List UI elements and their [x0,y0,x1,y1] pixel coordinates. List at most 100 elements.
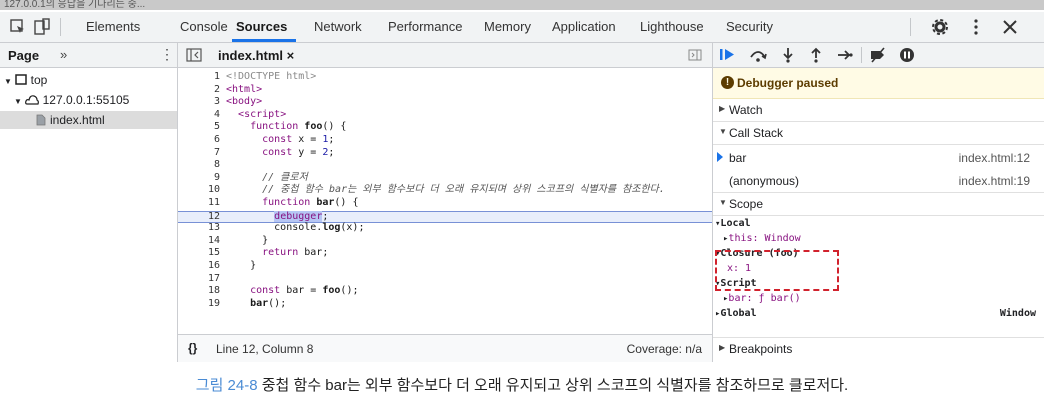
deactivate-breakpoints-icon[interactable] [869,47,887,63]
code-area[interactable]: 1 <!DOCTYPE html> 2 <html> 3 <body> 4 <script>… [178,68,712,334]
tab-sources[interactable]: Sources [236,19,287,34]
line-number[interactable]: 6 [178,135,220,145]
toggle-debugger-icon[interactable] [688,49,702,61]
code-text: debugger; [274,210,329,222]
scope-entry[interactable]: ▾Local [713,217,1044,230]
scope-entry-label: ▸this: Window [723,233,801,244]
line-number[interactable]: 11 [178,198,220,208]
breakpoints-section-header[interactable]: ▶ Breakpoints [713,337,1044,360]
pause-on-exceptions-icon[interactable] [899,47,915,63]
line-number[interactable]: 4 [178,109,220,120]
chevron-down-icon: ▼ [4,77,12,86]
code-line[interactable]: 1 <!DOCTYPE html> [178,72,712,82]
closure-highlight-box [715,250,839,291]
line-number[interactable]: 1 [178,72,220,82]
scope-entry-label: ▾Local [715,218,751,229]
scope-entry[interactable]: ▸this: Window [713,232,1044,245]
code-line[interactable]: 4 <script> [178,108,712,120]
kebab-menu-icon[interactable] [966,17,986,37]
tab-elements[interactable]: Elements [86,19,140,34]
debugger-toolbar [713,43,1044,68]
section-label: Breakpoints [729,342,793,356]
tab-security[interactable]: Security [726,19,773,34]
pretty-print-button[interactable]: {} [188,341,197,355]
tab-application[interactable]: Application [552,19,616,34]
code-text: // 클로저 [262,171,308,183]
frame-location[interactable]: index.html:12 [959,151,1030,165]
code-line[interactable]: 10 // 중첩 함수 bar는 외부 함수보다 더 오래 유지되며 상위 스코… [178,185,712,195]
code-line[interactable]: 18 const bar = foo(); [178,286,712,296]
line-number[interactable]: 14 [178,235,220,246]
code-editor: index.html × 1 <!DOCTYPE html> 2 <html> 3 <bo… [178,43,713,362]
navigator-menu-button[interactable]: ⋮ [160,46,174,63]
code-text: const x = 1; [262,134,335,145]
step-into-icon[interactable] [781,47,795,63]
tab-performance[interactable]: Performance [388,19,462,34]
gear-icon[interactable] [930,17,950,37]
paused-code-line[interactable]: 12 debugger; [178,210,712,223]
line-number[interactable]: 8 [178,160,220,170]
chevron-down-icon: ▼ [719,127,727,136]
devtools-toolbar: Elements Console Sources Network Perform… [0,12,1044,43]
code-line[interactable]: 6 const x = 1; [178,135,712,145]
file-tab-index[interactable]: index.html × [218,48,294,63]
code-line[interactable]: 19 bar(); [178,298,712,309]
code-line[interactable]: 8 [178,160,712,170]
code-line[interactable]: 11 function bar() { [178,198,712,208]
close-icon[interactable] [1000,17,1020,37]
code-text: } [226,234,269,246]
code-line[interactable]: 15 return bar; [178,248,712,258]
line-number[interactable]: 13 [178,223,220,233]
tab-network[interactable]: Network [314,19,362,34]
tree-item-origin[interactable]: ▼ 127.0.0.1:55105 [14,91,129,109]
line-number[interactable]: 16 [178,261,220,271]
tree-item-top[interactable]: ▼ top [4,71,47,89]
line-number[interactable]: 17 [178,273,220,284]
code-line[interactable]: 14 } [178,234,712,246]
code-text: console.log(x); [226,222,365,234]
code-line[interactable]: 3 <body> [178,97,712,107]
call-stack-section-header[interactable]: ▼ Call Stack [713,122,1044,145]
step-over-icon[interactable] [749,47,767,63]
toggle-navigator-icon[interactable] [186,48,202,62]
page-tab[interactable]: Page [8,48,39,63]
more-tabs-button[interactable]: » [60,47,67,62]
step-icon[interactable] [837,47,853,63]
tree-item-file[interactable]: index.html [0,111,177,129]
section-label: Scope [729,197,764,211]
watch-section-header[interactable]: ▶ Watch [713,99,1044,122]
line-number[interactable]: 12 [178,211,220,222]
code-text: return bar; [262,247,329,259]
tab-memory[interactable]: Memory [484,19,531,34]
device-toolbar-icon[interactable] [32,17,52,37]
code-line[interactable]: 16 } [178,261,712,271]
scope-section-header[interactable]: ▼ Scope [713,192,1044,216]
scope-entry[interactable]: ▸bar: ƒ bar() [713,292,1044,305]
line-number[interactable]: 3 [178,97,220,107]
resume-icon[interactable] [719,47,737,63]
code-line[interactable]: 7 const y = 2; [178,147,712,158]
code-line[interactable]: 5 function foo() { [178,122,712,132]
code-line[interactable]: 17 [178,273,712,284]
line-number[interactable]: 7 [178,147,220,158]
call-frame-bar[interactable]: bar index.html:12 [713,146,1044,168]
inspect-element-icon[interactable] [8,17,28,37]
line-number[interactable]: 10 [178,185,220,195]
info-icon: ! [721,76,734,89]
line-number[interactable]: 15 [178,248,220,258]
code-line[interactable]: 9 // 클로저 [178,171,712,183]
frame-location[interactable]: index.html:19 [959,174,1030,188]
code-line[interactable]: 2 <html> [178,84,712,95]
line-number[interactable]: 5 [178,122,220,132]
call-frame-anonymous[interactable]: (anonymous) index.html:19 [713,169,1044,191]
line-number[interactable]: 2 [178,84,220,95]
code-text: <script> [238,108,287,120]
step-out-icon[interactable] [809,47,823,63]
tab-console[interactable]: Console [180,19,228,34]
line-number[interactable]: 19 [178,298,220,309]
line-number[interactable]: 9 [178,172,220,183]
line-number[interactable]: 18 [178,286,220,296]
code-line[interactable]: 13 console.log(x); [178,223,712,233]
scope-entry[interactable]: ▸Global Window [713,307,1044,320]
tab-lighthouse[interactable]: Lighthouse [640,19,704,34]
